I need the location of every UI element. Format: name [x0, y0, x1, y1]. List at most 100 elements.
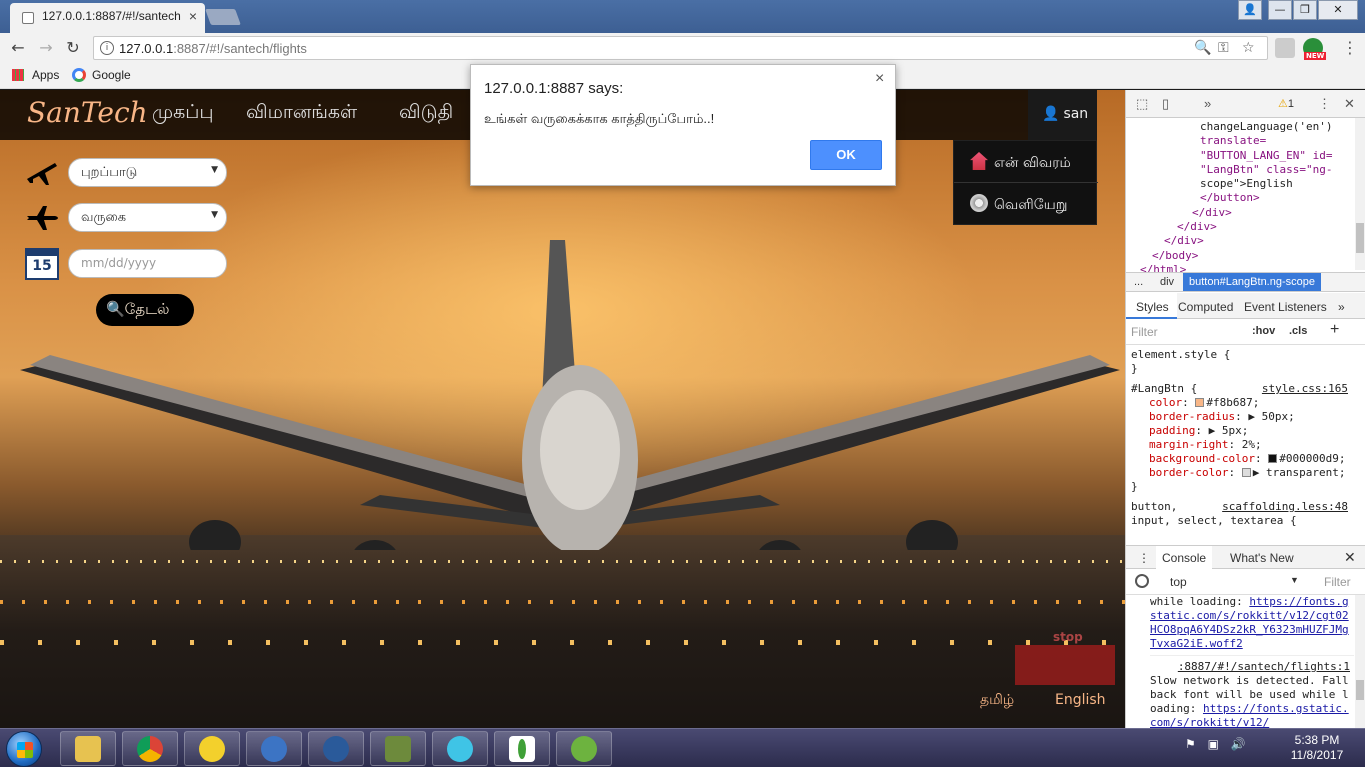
taskbar-mongodb[interactable]: [494, 731, 550, 766]
elements-line[interactable]: </button>: [1132, 191, 1354, 205]
user-menu-toggle[interactable]: 👤 san: [1028, 90, 1097, 140]
chevron-down-icon[interactable]: ▼: [1290, 575, 1299, 585]
inspect-element-icon[interactable]: ⬚: [1136, 96, 1148, 112]
color-swatch-icon[interactable]: [1268, 454, 1278, 463]
window-close-button[interactable]: ✕: [1318, 0, 1358, 20]
console-filter-input[interactable]: Filter: [1324, 575, 1351, 589]
bookmark-star-icon[interactable]: ☆: [1242, 40, 1255, 56]
taskbar-chrome[interactable]: [122, 731, 178, 766]
elements-line[interactable]: </body>: [1132, 249, 1354, 263]
devtools-close-icon[interactable]: ✕: [1344, 96, 1355, 112]
tab-close-icon[interactable]: ×: [189, 8, 197, 24]
taskbar-atom[interactable]: [432, 731, 488, 766]
tab-whats-new[interactable]: What's New: [1230, 551, 1294, 565]
drawer-close-icon[interactable]: ✕: [1344, 549, 1356, 566]
taskbar-spring[interactable]: [556, 731, 612, 766]
site-info-icon[interactable]: i: [100, 41, 114, 55]
tab-more[interactable]: »: [1338, 300, 1345, 314]
window-minimize-button[interactable]: —: [1268, 0, 1292, 20]
elements-line[interactable]: </div>: [1132, 234, 1354, 248]
elements-line[interactable]: "LangBtn" class="ng-: [1132, 163, 1354, 177]
breadcrumb-item[interactable]: div: [1160, 276, 1174, 288]
device-toolbar-icon[interactable]: ▯: [1162, 96, 1169, 112]
nav-home[interactable]: முகப்பு: [152, 101, 214, 126]
site-brand-logo[interactable]: SanTech: [27, 96, 148, 129]
taskbar-notepad[interactable]: [370, 731, 426, 766]
elements-line[interactable]: </div>: [1132, 220, 1354, 234]
action-center-icon[interactable]: ⚑: [1185, 737, 1196, 751]
warning-counter[interactable]: ⚠1: [1278, 97, 1294, 110]
tab-event-listeners[interactable]: Event Listeners: [1244, 300, 1327, 314]
style-property[interactable]: border-color: ▶ transparent;: [1131, 466, 1354, 480]
devtools-menu-icon[interactable]: ⋮: [1318, 96, 1331, 112]
breadcrumb-item-selected[interactable]: button#LangBtn.ng-scope: [1183, 273, 1321, 291]
color-swatch-icon[interactable]: [1241, 468, 1251, 477]
console-source-link[interactable]: :8887/#!/santech/flights:1: [1150, 660, 1354, 674]
address-bar[interactable]: i 127.0.0.1:8887/#!/santech/flights 🔍 ⚿ …: [93, 36, 1268, 60]
arrival-select[interactable]: வருகை ▼: [68, 203, 227, 232]
bookmark-google[interactable]: Google: [72, 68, 131, 82]
alert-ok-button[interactable]: OK: [810, 140, 882, 170]
extension-icon[interactable]: [1275, 38, 1295, 58]
menu-item-logout[interactable]: வெளியேறு: [954, 183, 1098, 225]
style-property[interactable]: padding: ▶ 5px;: [1131, 424, 1354, 438]
tab-console[interactable]: Console: [1156, 546, 1213, 569]
url-text[interactable]: 127.0.0.1:8887/#!/santech/flights: [119, 41, 307, 56]
browser-tab[interactable]: 127.0.0.1:8887/#!/santech ×: [10, 3, 205, 33]
scrollbar-thumb[interactable]: [1356, 223, 1364, 253]
browser-menu-icon[interactable]: ⋮: [1342, 38, 1358, 57]
network-icon[interactable]: ▣: [1208, 737, 1219, 751]
drawer-menu-icon[interactable]: ⋮: [1138, 551, 1150, 565]
language-english-button[interactable]: English: [1055, 692, 1106, 708]
style-property[interactable]: margin-right: 2%;: [1131, 438, 1354, 452]
style-property[interactable]: background-color: #000000d9;: [1131, 452, 1354, 466]
breadcrumb-item[interactable]: ...: [1134, 276, 1143, 288]
class-toggle[interactable]: .cls: [1289, 325, 1307, 337]
start-button[interactable]: [6, 731, 42, 767]
elements-scrollbar[interactable]: [1355, 118, 1365, 270]
back-arrow-icon[interactable]: ←: [8, 38, 28, 58]
add-rule-button[interactable]: +: [1330, 321, 1339, 339]
nav-flights[interactable]: விமானங்கள்: [246, 101, 357, 126]
system-clock[interactable]: 5:38 PM 11/8/2017: [1282, 733, 1352, 763]
more-panels-icon[interactable]: »: [1204, 96, 1211, 111]
window-maximize-button[interactable]: ❐: [1293, 0, 1317, 20]
tab-styles[interactable]: Styles: [1126, 293, 1177, 319]
departure-select[interactable]: புறப்பாடு ▼: [68, 158, 227, 187]
style-property[interactable]: color: #f8b687;: [1131, 396, 1354, 410]
zoom-icon[interactable]: 🔍: [1194, 40, 1211, 56]
elements-line[interactable]: scope">English: [1132, 177, 1354, 191]
scrollbar-thumb[interactable]: [1356, 680, 1364, 700]
elements-line[interactable]: </div>: [1132, 206, 1354, 220]
taskbar-app-tree[interactable]: [308, 731, 364, 766]
new-tab-button[interactable]: [205, 9, 241, 25]
forward-arrow-icon[interactable]: →: [36, 38, 56, 58]
style-property[interactable]: border-radius: ▶ 50px;: [1131, 410, 1354, 424]
alert-close-icon[interactable]: ×: [875, 70, 884, 88]
taskbar-app-ok[interactable]: [184, 731, 240, 766]
elements-line[interactable]: translate=: [1132, 134, 1354, 148]
tab-computed[interactable]: Computed: [1178, 300, 1233, 314]
hover-state-toggle[interactable]: :hov: [1252, 325, 1275, 337]
volume-icon[interactable]: 🔊: [1231, 737, 1246, 751]
style-selector[interactable]: button,: [1131, 500, 1177, 513]
clear-console-icon[interactable]: [1135, 574, 1149, 588]
style-source-link[interactable]: scaffolding.less:48: [1222, 500, 1348, 514]
search-button[interactable]: 🔍தேடல்: [96, 294, 194, 326]
language-tamil-button[interactable]: தமிழ்: [980, 692, 1014, 710]
taskbar-explorer[interactable]: [60, 731, 116, 766]
style-selector[interactable]: input, select, textarea {: [1131, 514, 1354, 528]
bookmark-apps[interactable]: Apps: [12, 68, 59, 82]
date-input[interactable]: mm/dd/yyyy: [68, 249, 227, 278]
style-selector[interactable]: #LangBtn {: [1131, 382, 1197, 395]
menu-item-profile[interactable]: என் விவரம்: [954, 141, 1098, 183]
style-selector[interactable]: element.style {: [1131, 348, 1354, 362]
taskbar-thunderbird[interactable]: [246, 731, 302, 766]
console-context-select[interactable]: top: [1170, 575, 1187, 589]
styles-filter-input[interactable]: Filter: [1131, 325, 1158, 339]
color-swatch-icon[interactable]: [1195, 398, 1205, 407]
nav-hotel[interactable]: விடுதி: [399, 101, 453, 126]
elements-line[interactable]: changeLanguage('en'): [1132, 120, 1354, 134]
window-user-icon[interactable]: 👤: [1238, 0, 1262, 20]
elements-line[interactable]: "BUTTON_LANG_EN" id=: [1132, 149, 1354, 163]
